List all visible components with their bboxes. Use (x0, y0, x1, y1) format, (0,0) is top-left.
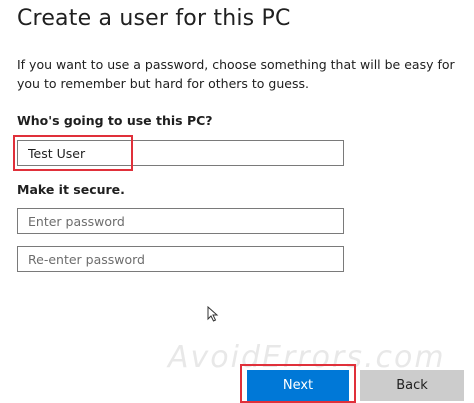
create-user-page: Create a user for this PC If you want to… (0, 0, 474, 403)
security-label: Make it secure. (17, 182, 125, 197)
next-button[interactable]: Next (247, 370, 349, 401)
page-title: Create a user for this PC (17, 6, 291, 31)
back-button[interactable]: Back (360, 370, 464, 401)
mouse-pointer-icon (207, 306, 219, 322)
password-input[interactable] (17, 208, 344, 234)
username-label: Who's going to use this PC? (17, 113, 213, 128)
username-input[interactable] (17, 140, 344, 166)
page-description: If you want to use a password, choose so… (17, 57, 455, 91)
reenter-password-input[interactable] (17, 246, 344, 272)
